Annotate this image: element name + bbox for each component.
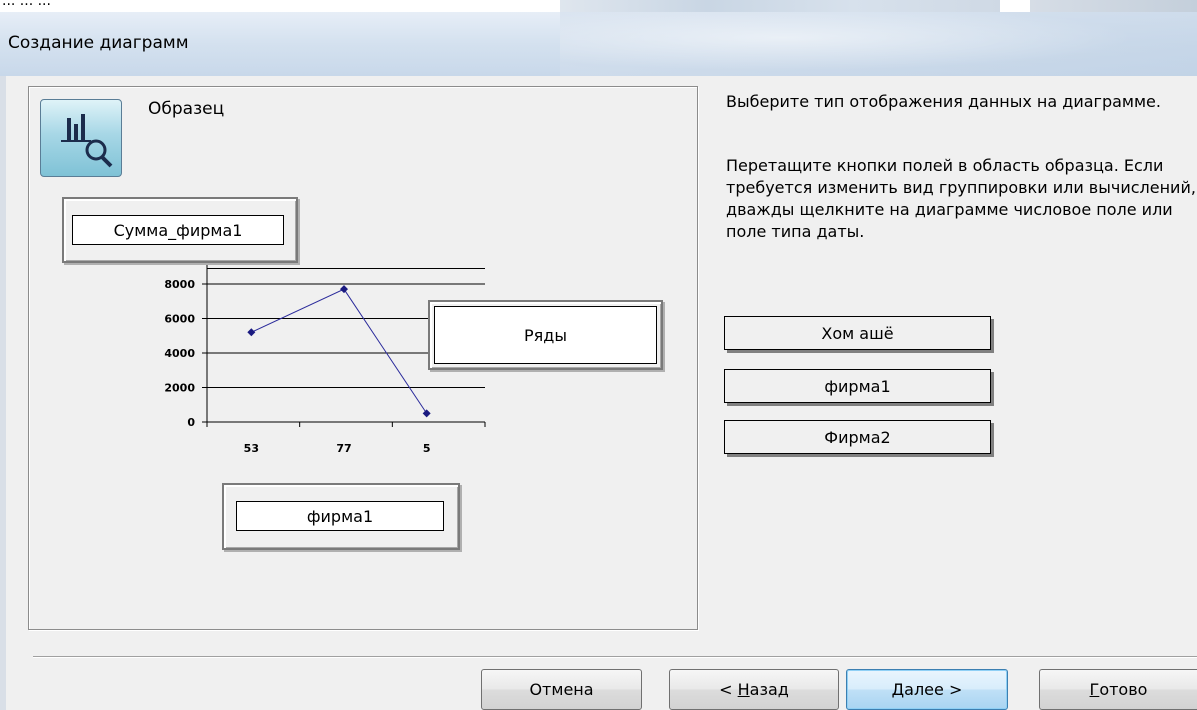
- category-field-drop-zone[interactable]: фирма1: [222, 483, 460, 550]
- back-button-prefix: <: [719, 680, 738, 699]
- cancel-button-label: Отмена: [529, 680, 594, 699]
- instruction-text-1: Выберите тип отображения данных на диагр…: [726, 92, 1161, 111]
- back-button-mnemonic: Н: [737, 680, 750, 699]
- next-button-mnemonic: Д: [891, 680, 905, 699]
- series-drop-zone[interactable]: Ряды: [428, 300, 663, 370]
- chart-data-point: [340, 285, 348, 294]
- next-button-label: алее >: [904, 680, 963, 699]
- next-button[interactable]: Далее >: [846, 669, 1008, 710]
- chart-x-tick-labels: 53 77 5: [244, 442, 431, 455]
- value-field-button[interactable]: Сумма_фирма1: [72, 215, 284, 245]
- field-button-hom-ashe[interactable]: Хом ашё: [724, 316, 991, 350]
- chart-x-tick-label: 53: [244, 442, 259, 455]
- field-button-firma2[interactable]: Фирма2: [724, 420, 991, 454]
- chart-x-tick-label: 5: [423, 442, 431, 455]
- chart-x-tick-label: 77: [336, 442, 351, 455]
- finish-button-label: отово: [1099, 680, 1148, 699]
- background-ribbon-blur-right: [1030, 0, 1197, 12]
- finish-button[interactable]: Готово: [1039, 669, 1197, 710]
- chart-y-tick-label: 6000: [164, 313, 195, 326]
- back-button-label: азад: [749, 680, 789, 699]
- chart-series: [247, 285, 431, 418]
- chart-y-tick-label: 2000: [164, 382, 195, 395]
- instruction-text-2: Перетащите кнопки полей в область образц…: [726, 156, 1196, 241]
- category-field-button[interactable]: фирма1: [236, 501, 444, 531]
- cancel-button[interactable]: Отмена: [481, 669, 642, 710]
- footer-separator-highlight: [33, 657, 1197, 658]
- chart-y-tick-label: 8000: [164, 278, 195, 291]
- chart-y-tick-labels: 0 2000 4000 6000 8000: [164, 278, 195, 429]
- back-button[interactable]: < Назад: [669, 669, 839, 710]
- chart-data-point: [422, 409, 431, 418]
- series-field-button[interactable]: Ряды: [434, 306, 657, 364]
- finish-button-mnemonic: Г: [1089, 680, 1100, 699]
- chart-series-line: [251, 288, 428, 414]
- value-field-drop-zone[interactable]: Сумма_фирма1: [62, 197, 298, 263]
- field-button-firma1[interactable]: фирма1: [724, 369, 991, 403]
- chart-data-point: [247, 328, 256, 337]
- chart-y-tick-label: 0: [187, 416, 195, 429]
- chart-y-tick-label: 4000: [164, 347, 195, 360]
